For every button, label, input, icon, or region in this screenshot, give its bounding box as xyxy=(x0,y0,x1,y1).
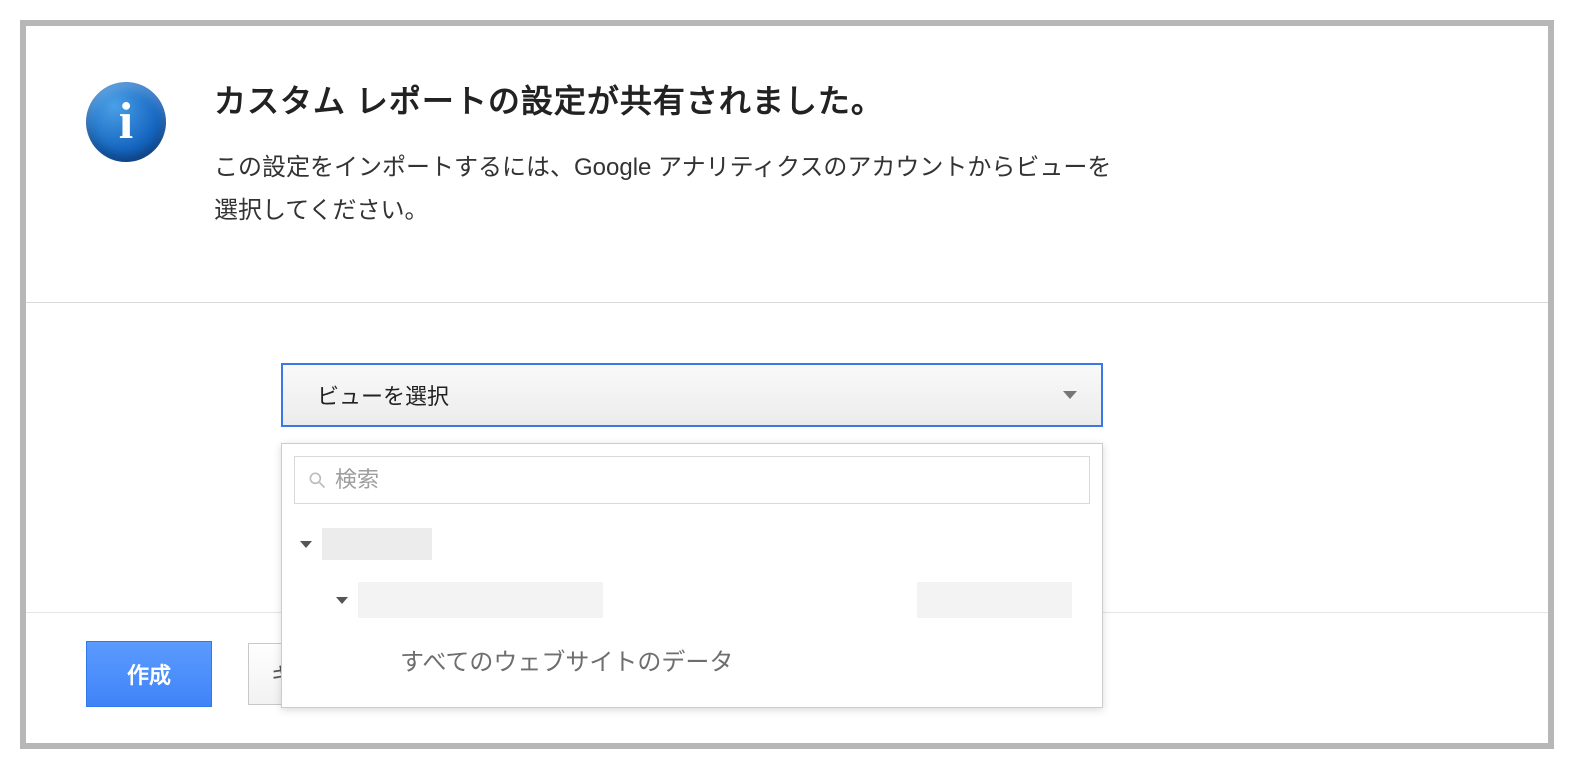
account-name-redacted xyxy=(322,528,432,560)
search-input[interactable] xyxy=(335,467,1077,493)
tree-property-row[interactable] xyxy=(300,566,1102,624)
property-name-redacted xyxy=(358,582,603,618)
dialog-container: i カスタム レポートの設定が共有されました。 この設定をインポートするには、G… xyxy=(20,20,1554,749)
header-text-block: カスタム レポートの設定が共有されました。 この設定をインポートするには、Goo… xyxy=(214,76,1114,232)
info-icon: i xyxy=(86,82,166,162)
dialog-header: i カスタム レポートの設定が共有されました。 この設定をインポートするには、G… xyxy=(26,26,1548,303)
search-box[interactable] xyxy=(294,456,1090,504)
create-button[interactable]: 作成 xyxy=(86,641,212,707)
dialog-title: カスタム レポートの設定が共有されました。 xyxy=(214,76,1114,122)
view-select-dropdown[interactable]: ビューを選択 xyxy=(281,363,1103,427)
property-id-redacted xyxy=(917,582,1072,618)
view-selector-wrap: ビューを選択 xyxy=(281,363,1103,427)
view-select-label: ビューを選択 xyxy=(317,379,449,411)
tree-view-item[interactable]: すべてのウェブサイトのデータ xyxy=(300,642,1102,677)
dialog-body: ビューを選択 xyxy=(26,303,1548,613)
search-row xyxy=(282,444,1102,516)
account-tree: すべてのウェブサイトのデータ xyxy=(282,516,1102,707)
view-select-popover: すべてのウェブサイトのデータ xyxy=(281,443,1103,708)
tree-account-row[interactable] xyxy=(300,520,1102,566)
search-icon xyxy=(307,470,327,490)
info-icon-glyph: i xyxy=(119,96,133,148)
caret-down-icon xyxy=(300,541,312,548)
caret-down-icon xyxy=(336,597,348,604)
dialog-description: この設定をインポートするには、Google アナリティクスのアカウントからビュー… xyxy=(214,146,1114,232)
caret-down-icon xyxy=(1063,391,1077,399)
tree-view-label: すべてのウェブサイトのデータ xyxy=(400,649,733,676)
